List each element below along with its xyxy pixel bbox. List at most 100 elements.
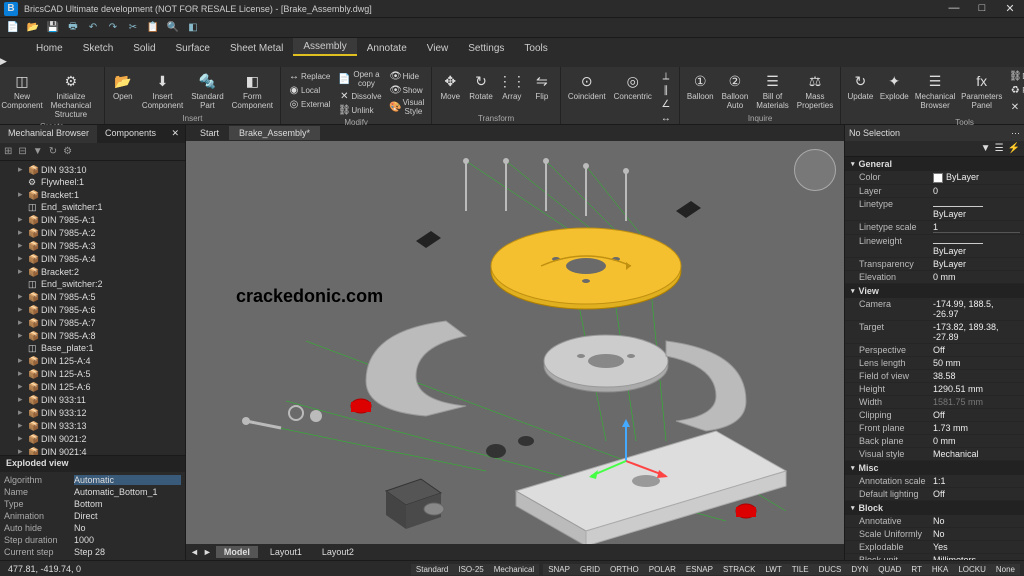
ribbon-tab-assembly[interactable]: Assembly xyxy=(293,38,356,56)
ribbon-button[interactable]: ⋮⋮Array xyxy=(498,69,526,113)
tree-toggle-icon[interactable]: ▸ xyxy=(18,266,28,277)
ribbon-button[interactable]: ∥ xyxy=(657,83,675,97)
tree-toggle-icon[interactable]: ▸ xyxy=(18,189,28,200)
tree-toggle-icon[interactable]: ▸ xyxy=(18,304,28,315)
props-icon[interactable]: ☰ xyxy=(995,143,1004,154)
save-icon[interactable]: 💾 xyxy=(46,21,60,35)
prop-value[interactable]: No xyxy=(933,529,1020,539)
status-item[interactable]: Mechanical xyxy=(489,564,539,575)
ribbon-button[interactable]: ✦Explode xyxy=(878,69,911,117)
tree-item[interactable]: ⚙Flywheel:1 xyxy=(0,176,185,188)
tree-item[interactable]: ▸📦DIN 933:13 xyxy=(0,419,185,432)
prop-value[interactable]: Automatic xyxy=(74,475,181,485)
ribbon-button[interactable]: ⛓Unlink xyxy=(335,103,384,117)
panel-menu-icon[interactable]: ⋯ xyxy=(1011,128,1020,139)
status-toggle-strack[interactable]: STRACK xyxy=(718,564,760,575)
tree-item[interactable]: ▸📦DIN 933:11 xyxy=(0,393,185,406)
layout-tab[interactable]: Layout2 xyxy=(314,546,362,558)
tree-item[interactable]: ▸📦DIN 7985-A:5 xyxy=(0,290,185,303)
prop-value[interactable]: 0 mm xyxy=(933,436,1020,446)
qat-icon[interactable]: 🔍 xyxy=(166,21,180,35)
layout-tab[interactable]: Model xyxy=(216,546,258,558)
status-toggle-tile[interactable]: TILE xyxy=(787,564,814,575)
ribbon-tab-view[interactable]: View xyxy=(417,40,459,56)
ribbon-button[interactable]: 🔩StandardPart xyxy=(188,69,226,113)
tree-refresh-icon[interactable]: ↻ xyxy=(49,146,57,157)
ribbon-button[interactable]: 🎨Visual Style xyxy=(387,97,428,117)
tree-toggle-icon[interactable]: ▸ xyxy=(18,381,28,392)
prop-value[interactable]: Step 28 xyxy=(74,547,181,557)
tree-item[interactable]: ▸📦DIN 125-A:6 xyxy=(0,380,185,393)
tree-collapse-icon[interactable]: ⊟ xyxy=(18,146,26,157)
tree-item[interactable]: ▸📦DIN 7985-A:1 xyxy=(0,213,185,226)
ribbon-button[interactable]: ◧FormComponent xyxy=(229,69,276,113)
status-toggle-lwt[interactable]: LWT xyxy=(760,564,786,575)
prop-value[interactable]: Yes xyxy=(933,542,1020,552)
prop-value[interactable]: 0 mm xyxy=(933,272,1020,282)
ribbon-button[interactable]: 📄Open a copy xyxy=(335,69,384,89)
status-toggle-locku[interactable]: LOCKU xyxy=(953,564,991,575)
tree-toggle-icon[interactable]: ▸ xyxy=(18,420,28,431)
tree-toggle-icon[interactable]: ▸ xyxy=(18,291,28,302)
tab-prev-icon[interactable]: ◄ xyxy=(190,547,199,557)
tree-item[interactable]: ◫End_switcher:1 xyxy=(0,201,185,213)
ribbon-button[interactable]: ⚖MassProperties xyxy=(794,69,836,113)
ribbon-tab-home[interactable]: Home xyxy=(26,40,73,56)
prop-value[interactable] xyxy=(933,222,1020,233)
viewport-canvas[interactable]: crackedonic.com xyxy=(186,141,844,544)
ribbon-button[interactable]: fxParametersPanel xyxy=(959,69,1004,117)
ribbon-tab-annotate[interactable]: Annotate xyxy=(357,40,417,56)
tree-settings-icon[interactable]: ⚙ xyxy=(63,146,72,157)
status-item[interactable]: ISO-25 xyxy=(453,564,488,575)
prop-value[interactable]: 50 mm xyxy=(933,358,1020,368)
ribbon-button[interactable]: ↔Replace xyxy=(285,69,333,83)
tree-item[interactable]: ▸📦DIN 125-A:5 xyxy=(0,367,185,380)
close-button[interactable]: ✕ xyxy=(1000,2,1020,15)
tree-item[interactable]: ◫End_switcher:2 xyxy=(0,278,185,290)
ribbon-button[interactable]: ∠ xyxy=(657,97,675,111)
prop-value[interactable]: Off xyxy=(933,489,1020,499)
prop-group-header[interactable]: General xyxy=(845,157,1024,171)
tree-item[interactable]: ▸📦DIN 7985-A:3 xyxy=(0,239,185,252)
ribbon-button[interactable]: ☰Bill ofMaterials xyxy=(753,69,791,113)
maximize-button[interactable]: □ xyxy=(972,2,992,15)
prop-value[interactable]: Bottom xyxy=(74,499,181,509)
ribbon-button[interactable]: 👁Hide xyxy=(387,69,428,83)
doc-tab[interactable]: Brake_Assembly* xyxy=(229,126,320,140)
ribbon-button[interactable]: ☰MechanicalBrowser xyxy=(913,69,957,117)
status-toggle-esnap[interactable]: ESNAP xyxy=(681,564,718,575)
tree-item[interactable]: ▸📦DIN 7985-A:6 xyxy=(0,303,185,316)
ribbon-button[interactable]: ✥Move xyxy=(436,69,464,113)
doc-tab[interactable]: Start xyxy=(190,126,229,140)
tree-toggle-icon[interactable]: ▸ xyxy=(18,368,28,379)
tree-item[interactable]: ▸📦DIN 125-A:4 xyxy=(0,354,185,367)
new-icon[interactable]: 📄 xyxy=(6,21,20,35)
app-menu-button[interactable]: ▶ xyxy=(0,56,1024,67)
prop-value[interactable]: Direct xyxy=(74,511,181,521)
ribbon-button[interactable]: ②BalloonAuto xyxy=(719,69,752,113)
prop-value[interactable]: 1:1 xyxy=(933,476,1020,486)
prop-value[interactable]: ByLayer xyxy=(933,172,1020,183)
ribbon-button[interactable]: ↻Update xyxy=(845,69,875,117)
tree-item[interactable]: ▸📦DIN 9021:2 xyxy=(0,432,185,445)
tree-item[interactable]: ▸📦DIN 7985-A:4 xyxy=(0,252,185,265)
prop-value[interactable]: Mechanical xyxy=(933,449,1020,459)
ribbon-button[interactable]: ⚙Initialize MechanicalStructure xyxy=(42,69,100,121)
ribbon-tab-tools[interactable]: Tools xyxy=(514,40,557,56)
tree-toggle-icon[interactable]: ▸ xyxy=(18,227,28,238)
panel-close-icon[interactable]: ✕ xyxy=(165,125,185,143)
tree-toggle-icon[interactable]: ▸ xyxy=(18,446,28,455)
prop-value[interactable]: ByLayer xyxy=(933,236,1020,256)
ribbon-button[interactable]: ◎External xyxy=(285,97,333,111)
ribbon-button[interactable]: ↔ xyxy=(657,111,675,125)
prop-value[interactable]: 1290.51 mm xyxy=(933,384,1020,394)
tree-toggle-icon[interactable]: ▸ xyxy=(18,214,28,225)
layout-tab[interactable]: Layout1 xyxy=(262,546,310,558)
tree-item[interactable]: ▸📦DIN 7985-A:2 xyxy=(0,226,185,239)
prop-value[interactable]: Off xyxy=(933,410,1020,420)
tab-next-icon[interactable]: ► xyxy=(203,547,212,557)
ribbon-tab-solid[interactable]: Solid xyxy=(123,40,165,56)
status-toggle-hka[interactable]: HKA xyxy=(927,564,953,575)
prop-value[interactable]: ByLayer xyxy=(933,199,1020,219)
mechanical-tree[interactable]: ▸📦DIN 933:10⚙Flywheel:1▸📦Bracket:1◫End_s… xyxy=(0,161,185,455)
